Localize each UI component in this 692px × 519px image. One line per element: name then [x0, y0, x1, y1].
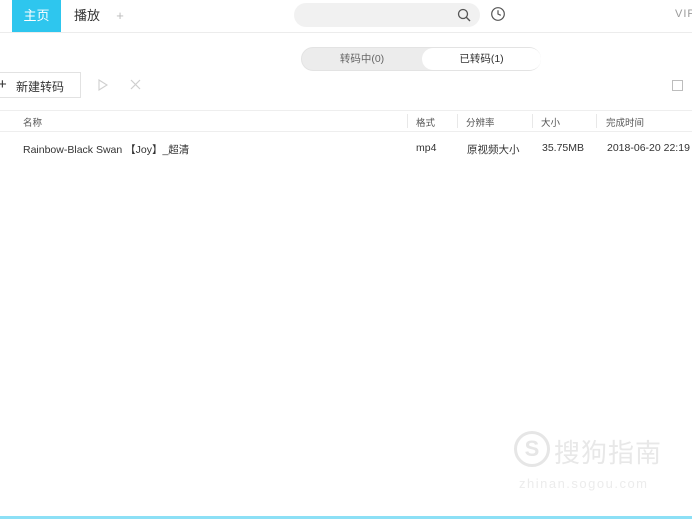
header-name[interactable]: 名称	[23, 115, 42, 129]
table-row[interactable]: Rainbow-Black Swan 【Joy】_超清 mp4 原视频大小 35…	[0, 136, 692, 160]
header-resolution[interactable]: 分辨率	[466, 115, 495, 129]
table-header: 名称 格式 分辨率 大小 完成时间	[0, 110, 692, 132]
cell-name: Rainbow-Black Swan 【Joy】_超清	[23, 144, 190, 156]
watermark-url: zhinan.sogou.com	[519, 476, 649, 491]
cell-size: 35.75MB	[542, 142, 585, 154]
top-bar: 主页 播放 + VIP	[0, 0, 692, 33]
select-all-checkbox[interactable]	[672, 80, 683, 91]
column-divider[interactable]	[457, 114, 458, 128]
cell-format: mp4	[416, 142, 437, 154]
plus-icon: +	[0, 76, 7, 93]
header-size[interactable]: 大小	[541, 115, 560, 129]
cell-resolution: 原视频大小	[467, 144, 520, 156]
tab-play[interactable]: 播放	[62, 0, 112, 32]
play-icon[interactable]	[98, 79, 108, 91]
watermark-text: 搜狗指南	[554, 438, 663, 468]
header-time[interactable]: 完成时间	[606, 115, 644, 129]
add-tab-button[interactable]: +	[112, 0, 128, 32]
watermark-logo-letter: S	[524, 436, 540, 461]
column-divider[interactable]	[596, 114, 597, 128]
cell-time: 2018-06-20 22:19	[607, 142, 690, 154]
column-divider[interactable]	[407, 114, 408, 128]
tab-home[interactable]: 主页	[12, 0, 61, 32]
segment-converted[interactable]: 已转码(1)	[422, 48, 541, 70]
close-icon[interactable]	[130, 79, 141, 90]
vip-link[interactable]: VIP	[675, 8, 692, 20]
segment-converting[interactable]: 转码中(0)	[302, 48, 422, 70]
clock-icon[interactable]	[490, 6, 506, 22]
new-convert-label: 新建转码	[16, 80, 65, 94]
column-divider[interactable]	[532, 114, 533, 128]
watermark-logo: S	[514, 431, 550, 467]
convert-status-segment: 转码中(0) 已转码(1)	[301, 47, 541, 71]
search-input[interactable]	[294, 3, 480, 27]
new-convert-button[interactable]: + 新建转码	[0, 72, 81, 98]
search-icon[interactable]	[457, 8, 471, 22]
header-format[interactable]: 格式	[416, 115, 435, 129]
